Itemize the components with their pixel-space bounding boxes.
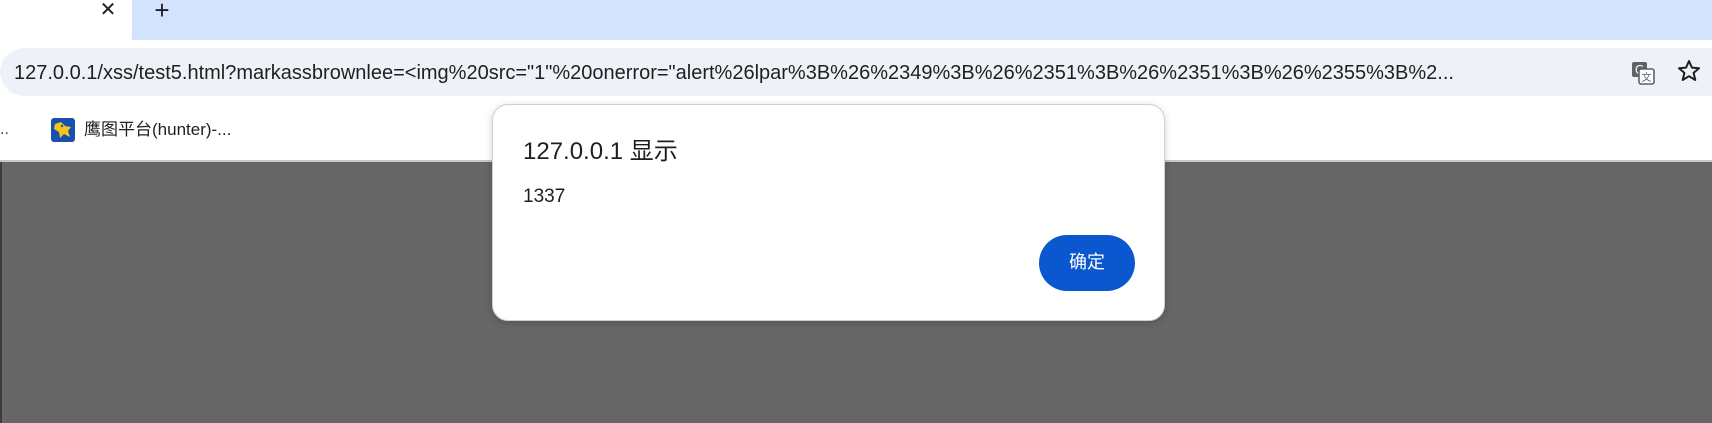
dialog-title: 127.0.0.1 显示: [523, 138, 678, 165]
address-bar[interactable]: 127.0.0.1/xss/test5.html?markassbrownlee…: [0, 48, 1712, 96]
hunter-eagle-favicon-icon: [51, 118, 75, 142]
svg-text:文: 文: [1642, 71, 1652, 84]
url-path: /xss/test5.html?markassbrownlee=<img%20s…: [97, 62, 1454, 84]
dialog-message: 1337: [523, 186, 566, 207]
bookmarks-overflow[interactable]: ..: [0, 120, 20, 140]
toolbar: 127.0.0.1/xss/test5.html?markassbrownlee…: [0, 40, 1712, 100]
bookmark-item-hunter[interactable]: 鹰图平台(hunter)-...: [48, 114, 268, 144]
window-edge: [0, 162, 2, 423]
ok-button[interactable]: 确定: [1039, 235, 1135, 291]
bookmark-label: 鹰图平台(hunter)-...: [84, 120, 232, 139]
tab-strip: ✕ +: [0, 0, 1712, 48]
alert-dialog: 127.0.0.1 显示 1337 确定: [492, 104, 1165, 321]
new-tab-button[interactable]: +: [150, 0, 174, 23]
close-tab-icon[interactable]: ✕: [96, 0, 120, 22]
url-host: 127.0.0.1: [14, 62, 98, 84]
url-text[interactable]: 127.0.0.1/xss/test5.html?markassbrownlee…: [14, 60, 1614, 86]
translate-icon[interactable]: G 文: [1630, 60, 1656, 86]
bookmark-star-icon[interactable]: [1676, 58, 1702, 84]
